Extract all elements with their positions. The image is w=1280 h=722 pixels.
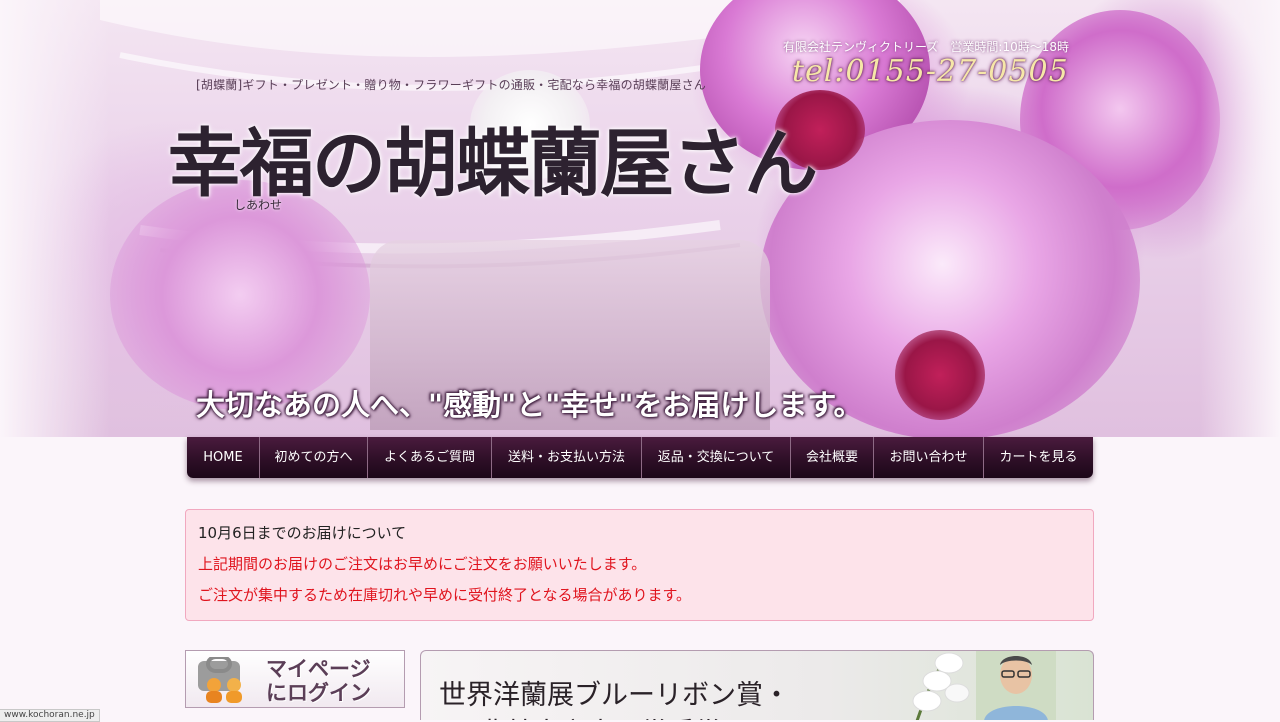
site-logo[interactable]: 幸福の胡蝶蘭屋さん xyxy=(168,104,818,211)
site-tagline: [胡蝶蘭]ギフト・プレゼント・贈り物・フラワーギフトの通販・宅配なら幸福の胡蝶蘭… xyxy=(196,78,706,92)
main-nav: HOME 初めての方へ よくあるご質問 送料・お支払い方法 返品・交換について … xyxy=(187,437,1093,478)
notice-box: 10月6日までのお届けについて 上記期間のお届けのご注文はお早めにご注文をお願い… xyxy=(185,509,1094,621)
user-lock-icon xyxy=(198,657,242,703)
mypage-label-line2: にログイン xyxy=(266,681,371,705)
hero-banner: [胡蝶蘭]ギフト・プレゼント・贈り物・フラワーギフトの通販・宅配なら幸福の胡蝶蘭… xyxy=(0,0,1280,437)
white-orchid-image xyxy=(912,652,970,720)
nav-shipping-payment[interactable]: 送料・お支払い方法 xyxy=(492,437,642,478)
mypage-login-button[interactable]: マイページ にログイン xyxy=(185,650,405,708)
status-bar-url: www.kochoran.ne.jp xyxy=(0,709,100,722)
nav-faq[interactable]: よくあるご質問 xyxy=(368,437,492,478)
nav-first-time[interactable]: 初めての方へ xyxy=(260,437,368,478)
catchphrase: 大切なあの人へ、"感動"と"幸せ"をお届けします。 xyxy=(196,388,863,422)
notice-line: 上記期間のお届けのご注文はお早めにご注文をお願いいたします。 xyxy=(198,555,647,573)
notice-line: ご注文が集中するため在庫切れや早めに受付終了となる場合があります。 xyxy=(198,586,692,604)
award-heading-line2: 農林水産大臣賞受賞 xyxy=(479,711,722,720)
nav-company[interactable]: 会社概要 xyxy=(791,437,874,478)
orchid-flower-image xyxy=(110,180,370,410)
logo-ruby: しあわせ xyxy=(234,198,283,212)
nav-home[interactable]: HOME xyxy=(187,437,260,478)
grower-photo xyxy=(976,651,1056,720)
nav-cart[interactable]: カートを見る xyxy=(984,437,1093,478)
award-heading: 世界洋蘭展ブルーリボン賞・ xyxy=(439,680,790,711)
mypage-label: マイページ にログイン xyxy=(266,657,371,705)
phone-number[interactable]: tel:0155-27-0505 xyxy=(792,54,1069,89)
award-banner[interactable]: 世界洋蘭展ブルーリボン賞・ 農林水産大臣賞受賞 xyxy=(420,650,1094,720)
nav-returns[interactable]: 返品・交換について xyxy=(642,437,791,478)
notice-title: 10月6日までのお届けについて xyxy=(198,524,407,542)
nav-contact[interactable]: お問い合わせ xyxy=(874,437,984,478)
company-hours: 有限会社テンヴィクトリーズ 営業時間:10時～18時 xyxy=(783,40,1069,54)
mypage-label-line1: マイページ xyxy=(266,657,371,681)
orchid-lip-image xyxy=(895,330,985,420)
